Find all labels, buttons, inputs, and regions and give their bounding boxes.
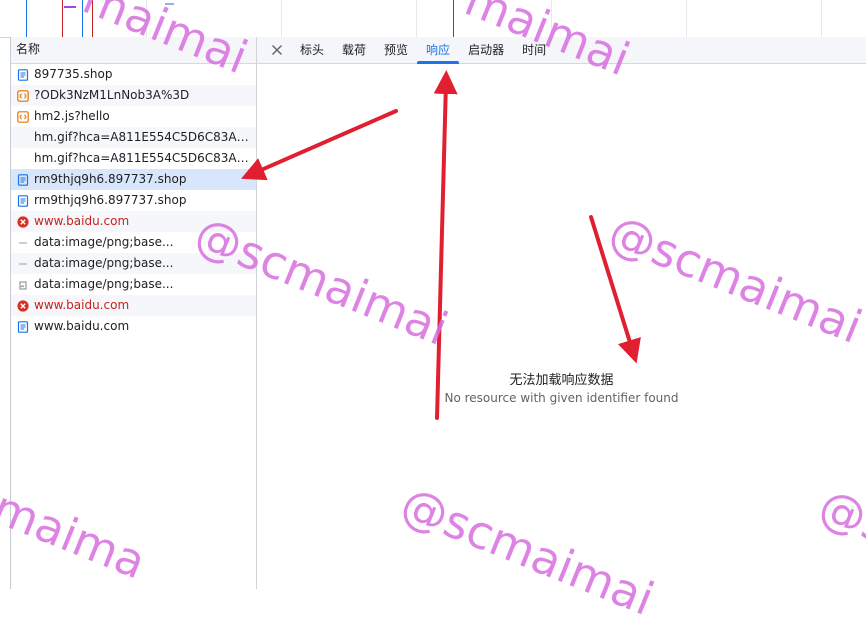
image-dash-icon	[16, 257, 29, 270]
request-row[interactable]: hm2.js?hello	[11, 106, 256, 127]
tab-payload[interactable]: 载荷	[333, 37, 375, 63]
timeline-marker-red	[92, 0, 93, 37]
request-name: rm9thjq9h6.897737.shop	[34, 172, 187, 186]
timeline-gridline	[416, 0, 417, 37]
error-icon	[16, 215, 29, 228]
timeline-gridline	[821, 0, 822, 37]
request-name: hm.gif?hca=A811E554C5D6C83A&c...	[34, 151, 256, 165]
document-icon	[16, 68, 29, 81]
request-name: hm2.js?hello	[34, 109, 110, 123]
timeline-marker-red	[62, 0, 63, 37]
request-name: 897735.shop	[34, 67, 113, 81]
timeline-gridline	[686, 0, 687, 37]
close-icon	[272, 45, 282, 55]
request-list[interactable]: 名称 897735.shop ?ODk3NzM1LnNob3A%3D hm2.js?…	[11, 37, 256, 589]
request-row[interactable]: rm9thjq9h6.897737.shop	[11, 169, 256, 190]
request-rows: 897735.shop ?ODk3NzM1LnNob3A%3D hm2.js?hel…	[11, 64, 256, 337]
tab-headers[interactable]: 标头	[291, 37, 333, 63]
document-icon	[16, 173, 29, 186]
response-empty-title: 无法加载响应数据	[509, 373, 614, 388]
tab-response[interactable]: 响应	[417, 37, 460, 64]
request-name: data:image/png;base...	[34, 256, 174, 270]
timeline-marker-blue	[26, 0, 27, 37]
timeline-gridline	[551, 0, 552, 37]
request-name: rm9thjq9h6.897737.shop	[34, 193, 187, 207]
detail-tab-bar: 标头 载荷 预览 响应 启动器 时间	[257, 37, 866, 64]
close-details-button[interactable]	[267, 37, 287, 63]
request-row[interactable]: data:image/png;base...	[11, 274, 256, 295]
timeline-gridline	[146, 0, 147, 37]
timeline-marker-blue	[82, 0, 83, 37]
script-icon	[16, 89, 29, 102]
request-name: www.baidu.com	[34, 319, 130, 333]
request-row[interactable]: hm.gif?hca=A811E554C5D6C83A&c...	[11, 148, 256, 169]
tab-preview[interactable]: 预览	[375, 37, 417, 63]
blank-icon	[16, 131, 29, 144]
request-row[interactable]: ?ODk3NzM1LnNob3A%3D	[11, 85, 256, 106]
request-name: ?ODk3NzM1LnNob3A%3D	[34, 88, 190, 102]
request-row[interactable]: data:image/png;base...	[11, 253, 256, 274]
script-icon	[16, 110, 29, 123]
request-row[interactable]: www.baidu.com	[11, 316, 256, 337]
name-column-header[interactable]: 名称	[11, 37, 256, 64]
tab-timing[interactable]: 时间	[513, 37, 555, 63]
network-timeline-overview[interactable]	[0, 0, 866, 38]
request-row[interactable]: www.baidu.com	[11, 295, 256, 316]
request-name: www.baidu.com	[34, 214, 130, 228]
request-row[interactable]: hm.gif?hca=A811E554C5D6C83A&c...	[11, 127, 256, 148]
request-row[interactable]: www.baidu.com	[11, 211, 256, 232]
image-dash-icon	[16, 236, 29, 249]
image-file-icon	[16, 278, 29, 291]
timeline-request-bar	[64, 6, 76, 8]
request-row[interactable]: 897735.shop	[11, 64, 256, 85]
request-name: www.baidu.com	[34, 298, 130, 312]
request-row[interactable]: rm9thjq9h6.897737.shop	[11, 190, 256, 211]
timeline-request-bar	[165, 3, 174, 5]
timeline-marker-red	[453, 0, 454, 37]
tab-initiator[interactable]: 启动器	[459, 37, 513, 63]
request-row[interactable]: data:image/png;base...	[11, 232, 256, 253]
request-name: hm.gif?hca=A811E554C5D6C83A&c...	[34, 130, 256, 144]
timeline-gridline	[281, 0, 282, 37]
request-name: data:image/png;base...	[34, 277, 174, 291]
response-panel: 无法加载响应数据 No resource with given identifi…	[257, 64, 866, 589]
error-icon	[16, 299, 29, 312]
document-icon	[16, 194, 29, 207]
response-empty-subtitle: No resource with given identifier found	[444, 391, 679, 405]
request-name: data:image/png;base...	[34, 235, 174, 249]
document-icon	[16, 320, 29, 333]
blank-icon	[16, 152, 29, 165]
